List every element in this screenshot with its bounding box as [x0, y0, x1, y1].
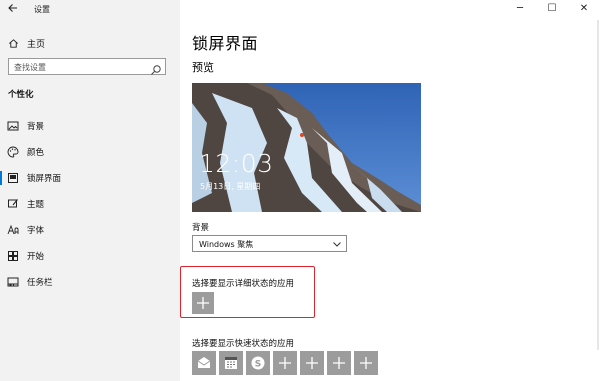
search-placeholder: 查找设置: [14, 63, 46, 72]
preview-time: 12:03: [199, 149, 274, 178]
search-input[interactable]: 查找设置: [8, 58, 166, 75]
back-arrow-icon[interactable]: [4, 2, 22, 18]
font-icon: [7, 224, 19, 235]
section-title: 个性化: [8, 90, 34, 100]
svg-text:S: S: [255, 360, 261, 370]
background-dropdown[interactable]: Windows 聚焦: [192, 235, 347, 252]
home-label: 主页: [27, 39, 46, 50]
add-icon: [306, 357, 318, 369]
sidebar-item-label: 开始: [27, 252, 45, 262]
sidebar-item-label: 锁屏界面: [27, 174, 62, 184]
sidebar-item-taskbar[interactable]: 任务栏: [0, 272, 180, 292]
sidebar-item-background[interactable]: 背景: [0, 116, 180, 136]
maximize-button[interactable]: ☐: [536, 0, 568, 18]
chevron-down-icon: [333, 242, 341, 247]
add-icon: [279, 357, 291, 369]
palette-icon: [7, 146, 19, 158]
page-title: 锁屏界面: [192, 34, 259, 53]
window-controls: ─ ☐ ✕: [504, 0, 600, 18]
home-link[interactable]: 主页: [8, 36, 45, 50]
background-label: 背景: [192, 223, 210, 233]
home-icon: [9, 38, 18, 48]
add-icon: [197, 297, 209, 309]
sidebar-item-colors[interactable]: 颜色: [0, 142, 180, 162]
preview-label: 预览: [192, 61, 214, 74]
brush-icon: [8, 199, 18, 208]
app-title: 设置: [34, 5, 50, 14]
quick-status-mail[interactable]: [192, 351, 216, 375]
close-button[interactable]: ✕: [568, 0, 600, 18]
sidebar-item-label: 任务栏: [27, 278, 53, 288]
ice-cliff-image: [192, 83, 421, 212]
search-icon[interactable]: [150, 61, 162, 75]
quick-status-add-1[interactable]: [273, 351, 297, 375]
mail-icon: [197, 357, 211, 368]
minimize-button[interactable]: ─: [504, 0, 536, 18]
sidebar-item-fonts[interactable]: 字体: [0, 220, 180, 240]
detailed-status-label: 选择要显示详细状态的应用: [192, 279, 295, 289]
lock-screen-icon: [8, 173, 18, 183]
sidebar-item-label: 主题: [27, 200, 45, 210]
quick-status-add-4[interactable]: [354, 351, 378, 375]
detailed-status-add-button[interactable]: [192, 292, 214, 314]
calendar-icon: [225, 357, 237, 369]
quick-status-add-3[interactable]: [327, 351, 351, 375]
background-value: Windows 聚焦: [199, 240, 254, 249]
lock-screen-preview: 12:03 5月13日, 星期四: [192, 83, 421, 212]
sidebar-item-themes[interactable]: 主题: [0, 194, 180, 214]
skype-icon: S: [251, 356, 265, 370]
taskbar-icon: [7, 277, 19, 287]
quick-status-calendar[interactable]: [219, 351, 243, 375]
quick-status-row: S: [192, 351, 381, 375]
preview-date: 5月13日, 星期四: [200, 182, 261, 191]
main-panel: ─ ☐ ✕ 锁屏界面 预览 12:03 5月13日, 星期四 背景 Window…: [180, 0, 600, 381]
quick-status-add-2[interactable]: [300, 351, 324, 375]
quick-status-label: 选择要显示快速状态的应用: [192, 339, 295, 349]
start-icon: [8, 251, 18, 261]
add-icon: [333, 357, 345, 369]
scrollbar[interactable]: [597, 20, 599, 350]
sidebar-item-lock-screen[interactable]: 锁屏界面: [0, 168, 180, 188]
sidebar-item-start[interactable]: 开始: [0, 246, 180, 266]
sidebar-item-label: 颜色: [27, 148, 45, 158]
quick-status-skype[interactable]: S: [246, 351, 270, 375]
sidebar-item-label: 字体: [27, 226, 45, 236]
active-indicator: [0, 171, 2, 185]
sidebar: 设置 主页 查找设置 个性化 背景 颜色 锁屏界面 主题 字体 开始 任务栏: [0, 0, 180, 381]
sidebar-item-label: 背景: [27, 122, 45, 132]
image-icon: [7, 121, 19, 131]
add-icon: [360, 357, 372, 369]
